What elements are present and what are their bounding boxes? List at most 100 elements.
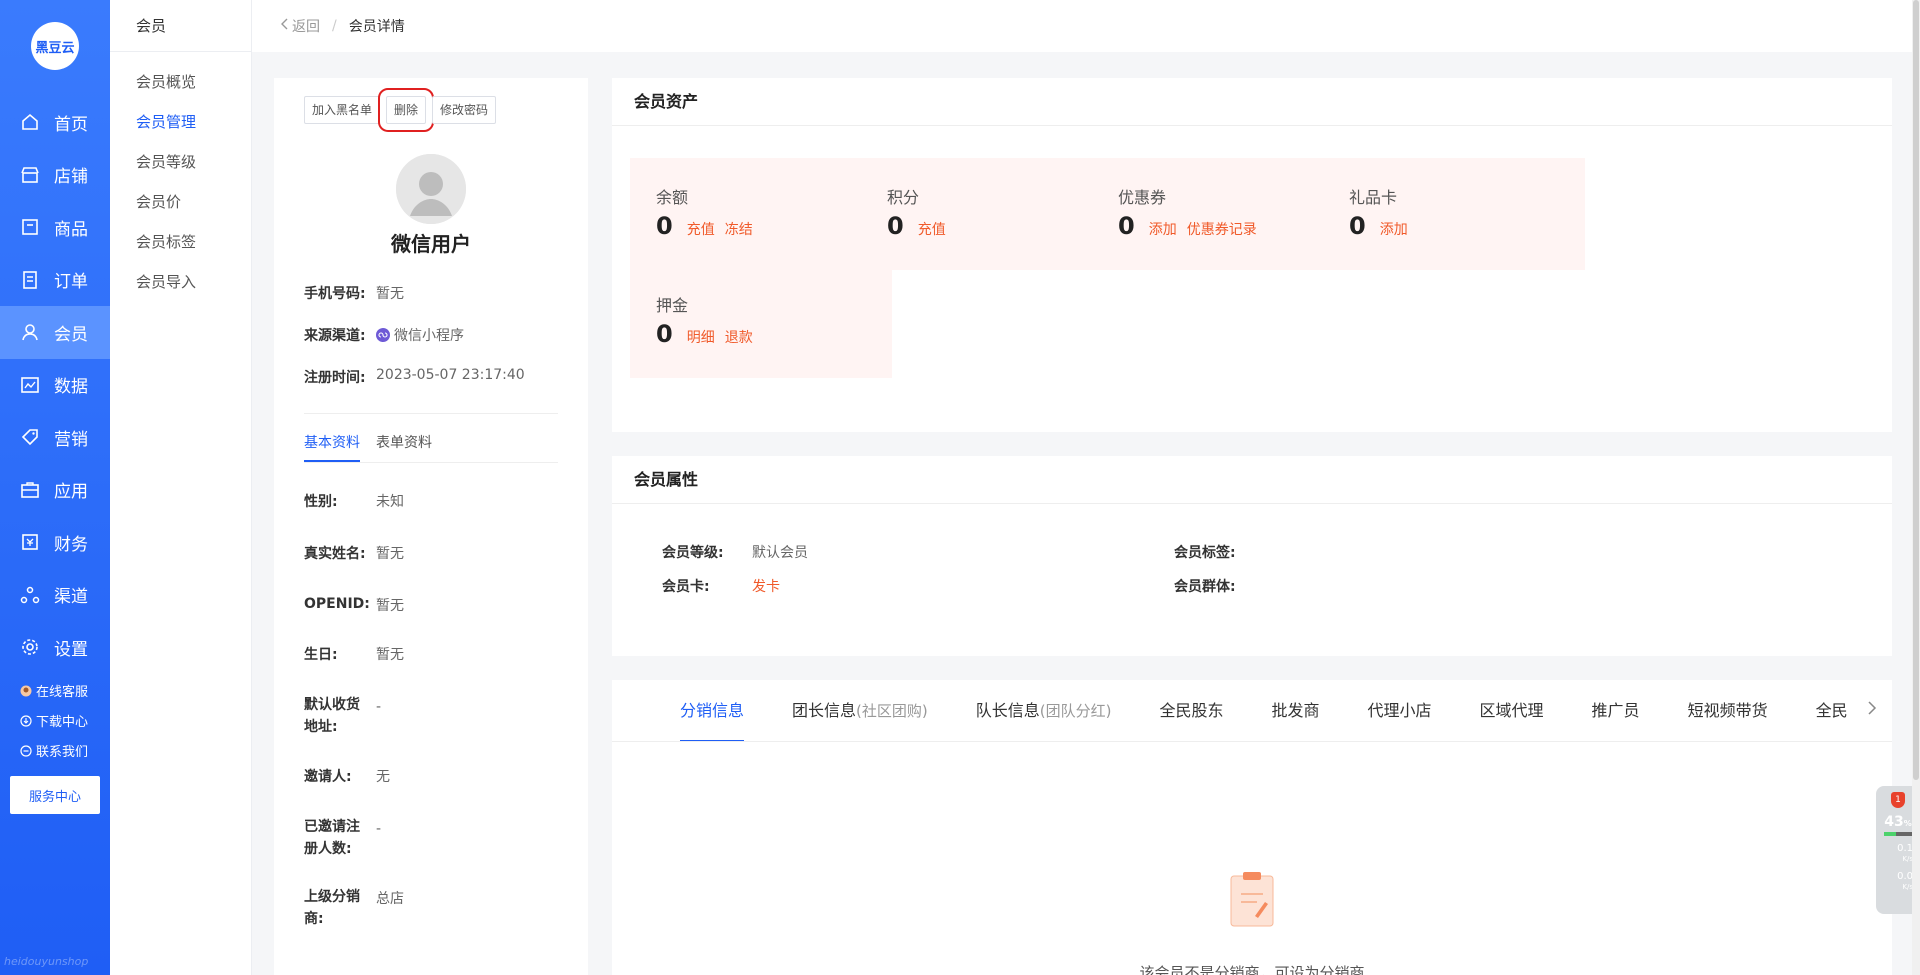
brand-logo[interactable]: 黑豆云 xyxy=(31,22,79,70)
change-password-button[interactable]: 修改密码 xyxy=(432,96,497,124)
asset-value: 0 xyxy=(1118,212,1135,240)
asset-tile: 礼品卡 0 添加 xyxy=(1323,158,1585,270)
memory-percent-value: 43 xyxy=(1884,814,1904,830)
distribution-tab-sub: (社区团购) xyxy=(856,701,928,720)
asset-action-link[interactable]: 优惠券记录 xyxy=(1187,219,1257,239)
nav-item-goods[interactable]: 商品 xyxy=(0,201,110,254)
asset-tile: 押金 0 明细 退款 xyxy=(630,266,892,378)
asset-value: 0 xyxy=(1349,212,1366,240)
nav-item-finance[interactable]: 财务 xyxy=(0,516,110,569)
submenu-item-overview[interactable]: 会员概览 xyxy=(110,62,251,102)
scrollbar-thumb[interactable] xyxy=(1913,0,1919,780)
basic-info-row: 已邀请注册人数: - xyxy=(304,816,568,860)
nav-label: 商品 xyxy=(54,219,88,240)
app-icon xyxy=(20,480,40,500)
distribution-tab[interactable]: 短视频带货 xyxy=(1688,680,1768,741)
issue-card-link[interactable]: 发卡 xyxy=(752,576,780,596)
nav-label: 店铺 xyxy=(54,167,88,188)
submenu-title: 会员 xyxy=(110,0,251,52)
distribution-tab-sub: (团队分红) xyxy=(1039,701,1112,720)
nav-item-app[interactable]: 应用 xyxy=(0,464,110,517)
nav-label: 数据 xyxy=(54,377,88,398)
nav-item-order[interactable]: 订单 xyxy=(0,254,110,307)
blacklist-button[interactable]: 加入黑名单 xyxy=(304,96,381,124)
member-profile-card: 加入黑名单 删除 修改密码 微信用户 手机号码: 暂无 来源渠道: 微信小程序 … xyxy=(274,78,588,975)
breadcrumb-current: 会员详情 xyxy=(348,19,405,35)
distribution-tab[interactable]: 队长信息(团队分红) xyxy=(976,680,1112,741)
nav-item-data[interactable]: 数据 xyxy=(0,359,110,412)
asset-tile: 优惠券 0 添加 优惠券记录 xyxy=(1092,158,1354,270)
logo-text: 黑豆云 xyxy=(35,40,75,56)
tag-label: 会员标签: xyxy=(1174,545,1236,561)
tab-form-info[interactable]: 表单资料 xyxy=(376,432,432,462)
memory-percent: 43% xyxy=(1884,814,1912,830)
nav-item-channel[interactable]: 渠道 xyxy=(0,569,110,622)
distribution-tab-label: 批发商 xyxy=(1271,700,1320,720)
asset-tile: 余额 0 充值 冻结 xyxy=(630,158,892,270)
online-service-link[interactable]: 在线客服 xyxy=(20,681,88,700)
submenu-item-level[interactable]: 会员等级 xyxy=(110,142,251,182)
member-icon xyxy=(20,322,40,342)
memory-bar xyxy=(1884,832,1912,836)
distribution-tab[interactable]: 团长信息(社区团购) xyxy=(792,680,928,741)
submenu-item-price[interactable]: 会员价 xyxy=(110,182,251,222)
submenu-item-import[interactable]: 会员导入 xyxy=(110,262,251,302)
default-user-icon xyxy=(396,154,466,224)
basic-info-label: 真实姓名: xyxy=(304,546,366,562)
nav-item-tag[interactable]: 营销 xyxy=(0,411,110,464)
chevron-right-icon[interactable] xyxy=(1858,700,1878,721)
attributes-title: 会员属性 xyxy=(612,456,1892,504)
service-center-button[interactable]: 服务中心 xyxy=(10,776,100,814)
basic-info-label: 已邀请注册人数: xyxy=(304,819,360,857)
distribution-tab[interactable]: 全民股东 xyxy=(1159,680,1223,741)
nav-item-home[interactable]: 首页 xyxy=(0,96,110,149)
distribution-tab[interactable]: 分销信息 xyxy=(680,680,745,741)
asset-action-link[interactable]: 添加 xyxy=(1380,219,1408,239)
distribution-tab[interactable]: 全民 xyxy=(1816,680,1848,741)
asset-action-link[interactable]: 充值 xyxy=(918,219,946,239)
tab-basic-info[interactable]: 基本资料 xyxy=(304,432,360,462)
asset-action-link[interactable]: 明细 xyxy=(687,327,715,347)
asset-action-link[interactable]: 添加 xyxy=(1149,219,1177,239)
basic-info-label: 生日: xyxy=(304,647,338,663)
wechat-miniprogram-icon xyxy=(376,328,390,342)
contact-us-link[interactable]: 联系我们 xyxy=(20,741,88,760)
distribution-tab-label: 团长信息 xyxy=(792,700,857,720)
nav-item-store[interactable]: 店铺 xyxy=(0,149,110,202)
distribution-tab-label: 区域代理 xyxy=(1479,700,1544,720)
member-attributes-card: 会员属性 会员等级: 默认会员 会员卡: 发卡 会员标签: 会员群体: xyxy=(612,456,1892,656)
distribution-tab[interactable]: 区域代理 xyxy=(1479,680,1544,741)
basic-info-value: - xyxy=(376,699,382,715)
asset-value: 0 xyxy=(656,212,673,240)
chevron-left-icon xyxy=(278,17,292,35)
phone-value: 暂无 xyxy=(376,286,404,302)
download-center-link[interactable]: 下载中心 xyxy=(20,711,88,730)
source-value: 微信小程序 xyxy=(394,328,464,344)
asset-label: 押金 xyxy=(656,296,689,315)
submenu-item-management[interactable]: 会员管理 xyxy=(110,102,251,142)
asset-value: 0 xyxy=(656,320,673,348)
contact-icon xyxy=(20,744,32,757)
asset-action-link[interactable]: 充值 xyxy=(687,219,715,239)
basic-info-label: 性别: xyxy=(304,494,338,510)
nav-label: 财务 xyxy=(54,534,88,555)
watermark: heidouyunshop xyxy=(4,955,89,968)
asset-action-link[interactable]: 冻结 xyxy=(725,219,753,239)
nav-item-gear[interactable]: 设置 xyxy=(0,621,110,674)
nav-item-member[interactable]: 会员 xyxy=(0,306,110,359)
member-submenu: 会员 会员概览 会员管理 会员等级 会员价 会员标签 会员导入 xyxy=(110,0,252,975)
asset-action-link[interactable]: 退款 xyxy=(725,327,753,347)
delete-button[interactable]: 删除 xyxy=(378,88,435,132)
distribution-tab[interactable]: 代理小店 xyxy=(1368,680,1432,741)
submenu-item-tags[interactable]: 会员标签 xyxy=(110,222,251,262)
level-value: 默认会员 xyxy=(752,545,808,561)
distribution-tab-label: 分销信息 xyxy=(680,700,745,720)
basic-info-value: 暂无 xyxy=(376,546,404,562)
asset-value: 0 xyxy=(887,212,904,240)
asset-tile: 积分 0 充值 xyxy=(861,158,1123,270)
download-center-label: 下载中心 xyxy=(36,715,89,730)
back-link[interactable]: 返回 xyxy=(278,16,320,36)
distribution-tab[interactable]: 批发商 xyxy=(1271,680,1320,741)
distribution-tab[interactable]: 推广员 xyxy=(1592,680,1640,741)
basic-info-row: 邀请人: 无 xyxy=(304,764,568,790)
